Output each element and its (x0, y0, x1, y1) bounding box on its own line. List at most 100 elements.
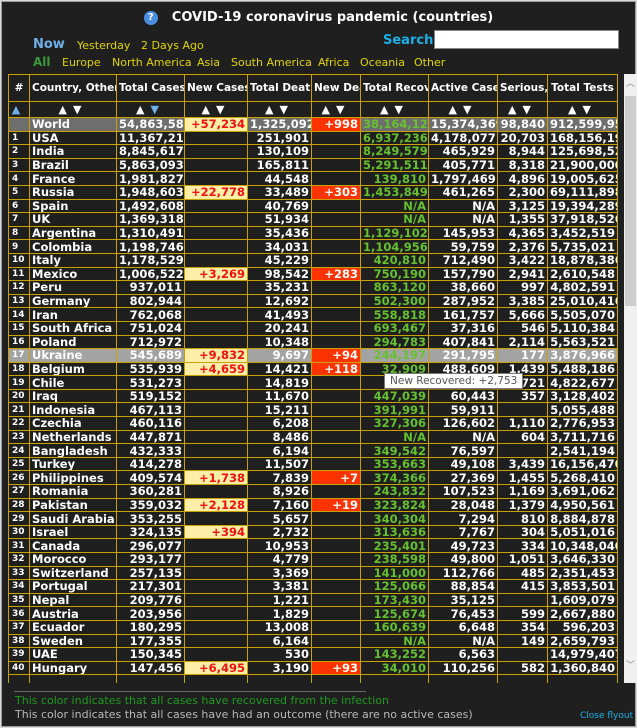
column-header-new-deaths[interactable]: New Deaths (311, 74, 361, 102)
table-row[interactable]: 2 India 8,845,617 130,109 8,249,579 465,929 8,… (8, 144, 618, 159)
region-asia[interactable]: Asia (197, 56, 220, 69)
table-row[interactable]: 3 Brazil 5,863,093 165,811 5,291,511 405,771 8… (8, 157, 618, 173)
scroll-up-icon[interactable]: ︿ (626, 76, 635, 89)
sort-down-icon[interactable]: ▼ (151, 103, 165, 116)
cell-country: Mexico (29, 266, 117, 282)
region-north-america[interactable]: North America (112, 56, 192, 69)
table-row[interactable]: 16 Poland 712,972 10,348 294,783 407,841 2,114… (8, 334, 618, 350)
table-row[interactable]: 25 Turkey 414,278 11,507 353,663 49,108 3,439 1… (8, 456, 618, 472)
sort-down-icon[interactable]: ▼ (280, 103, 294, 116)
column-header-total-recovered[interactable]: Total Recovered (360, 74, 429, 102)
table-row[interactable]: 14 Iran 762,068 41,493 558,818 161,757 5,666 5,… (8, 307, 618, 322)
sort-up-icon[interactable]: ▲ (59, 103, 73, 116)
table-row[interactable] (8, 674, 618, 683)
sort-up-icon[interactable]: ▲ (449, 103, 463, 116)
sort-down-icon[interactable]: ▼ (523, 103, 537, 116)
table-row[interactable]: 10 Italy 1,178,529 45,229 420,810 712,490 3,42… (8, 252, 618, 268)
column-header-total-cases[interactable]: Total Cases (116, 74, 185, 102)
table-row[interactable]: 26 Philippines 409,574 +1,738 7,839 +7 374,366… (8, 470, 618, 486)
tab-now[interactable]: Now (33, 37, 65, 52)
cell-total-recovered: N/A (360, 429, 429, 445)
table-row[interactable]: 27 Romania 360,281 8,926 243,832 107,523 1,169… (8, 484, 618, 499)
world-row[interactable]: World 54,863,588 +57,234 1,325,092 +998 38,16… (8, 117, 618, 132)
table-row[interactable]: 5 Russia 1,948,603 +22,778 33,489 +303 1,453,8… (8, 184, 618, 200)
sort-up-icon[interactable]: ▲ (12, 103, 26, 116)
table-row[interactable]: 15 South Africa 751,024 20,241 693,467 37,316… (8, 320, 618, 336)
cell-active-cases: 76,453 (428, 606, 498, 621)
scrollbar-thumb[interactable] (625, 96, 636, 306)
region-other[interactable]: Other (414, 56, 445, 69)
sort-down-icon[interactable]: ▼ (336, 103, 350, 116)
table-row[interactable]: 39 UAE 150,345 530 143,252 6,563 14,979,407 (8, 647, 618, 662)
region-africa[interactable]: Africa (318, 56, 349, 69)
table-row[interactable]: 40 Hungary 147,456 +6,495 3,190 +93 34,010 110,… (8, 660, 618, 676)
table-row[interactable]: 7 UK 1,369,318 51,934 N/A N/A 1,355 37,918,526 (8, 212, 618, 227)
table-row[interactable]: 19 Chile 531,273 14,819 721 4,822,677 (8, 375, 618, 390)
table-row[interactable]: 28 Pakistan 359,032 +2,128 7,160 +19 323,824 28… (8, 497, 618, 513)
cell-active-cases: 291,795 (428, 348, 498, 363)
sort-up-icon[interactable]: ▲ (136, 103, 150, 116)
table-row[interactable]: 38 Sweden 177,355 6,164 N/A N/A 149 2,659,793 (8, 633, 618, 649)
table-row[interactable]: 33 Switzerland 257,135 3,369 141,000 112,766 4… (8, 565, 618, 581)
sort-up-icon[interactable]: ▲ (322, 103, 336, 116)
table-row[interactable]: 31 Canada 296,077 10,953 235,401 49,723 334 10,… (8, 538, 618, 553)
table-row[interactable]: 17 Ukraine 545,689 +9,832 9,697 +94 244,197 291… (8, 348, 618, 363)
sort-up-icon[interactable]: ▲ (202, 103, 216, 116)
region-south-america[interactable]: South America (231, 56, 312, 69)
scrollbar[interactable]: ︿ ﹀ (624, 74, 637, 683)
cell-total-deaths: 14,421 (247, 361, 312, 377)
sort-down-icon[interactable]: ▼ (583, 103, 597, 116)
sort-down-icon[interactable]: ▼ (463, 103, 477, 116)
sort-up-icon[interactable]: ▲ (265, 103, 279, 116)
table-row[interactable]: 21 Indonesia 467,113 15,211 391,991 59,911 5,0… (8, 402, 618, 418)
table-row[interactable]: 18 Belgium 535,939 +4,659 14,421 +118 32,909 48… (8, 361, 618, 377)
cell-new-deaths (311, 606, 361, 621)
table-row[interactable]: 23 Netherlands 447,871 8,486 N/A N/A 604 3,711,… (8, 429, 618, 445)
table-row[interactable]: 24 Bangladesh 432,333 6,194 349,542 76,597 2,5… (8, 443, 618, 458)
table-row[interactable]: 34 Portugal 217,301 3,381 125,066 88,854 415 3,… (8, 579, 618, 594)
column-header-serious-critical[interactable]: Serious, Critical (497, 74, 548, 102)
table-row[interactable]: 22 Czechia 460,116 6,208 327,306 126,602 1,110… (8, 416, 618, 431)
tab-yesterday[interactable]: Yesterday (77, 39, 130, 52)
cell-active-cases: 6,563 (428, 647, 498, 662)
sort-up-icon[interactable]: ▲ (568, 103, 582, 116)
table-row[interactable]: 12 Peru 937,011 35,231 863,120 38,660 997 4,802… (8, 280, 618, 295)
sort-down-icon[interactable]: ▼ (216, 103, 230, 116)
cell-index: 8 (8, 225, 30, 241)
table-row[interactable]: 4 France 1,981,827 44,548 139,810 1,797,469 4,… (8, 171, 618, 186)
column-header-new-cases[interactable]: New Cases (184, 74, 248, 102)
search-input[interactable] (434, 30, 619, 49)
table-row[interactable]: 32 Morocco 293,177 4,779 238,598 49,800 1,051 3… (8, 552, 618, 567)
cell-new-deaths: +19 (311, 497, 361, 513)
column-header-active-cases[interactable]: Active Cases (428, 74, 498, 102)
region-europe[interactable]: Europe (62, 56, 101, 69)
sort-down-icon[interactable]: ▼ (73, 103, 87, 116)
table-row[interactable]: 6 Spain 1,492,608 40,769 N/A N/A 3,125 19,394,2… (8, 198, 618, 214)
table-row[interactable]: 37 Ecuador 180,295 13,008 160,639 6,648 354 596… (8, 619, 618, 635)
table-row[interactable]: 1 USA 11,367,214 251,901 6,937,236 4,178,077 2… (8, 130, 618, 146)
column-header-index[interactable]: # (8, 74, 30, 102)
cell-total-deaths: 40,769 (247, 198, 312, 214)
table-row[interactable]: 35 Nepal 209,776 1,221 173,430 35,125 1,609,07… (8, 592, 618, 608)
close-flyout-link[interactable]: Close flyout (580, 711, 633, 721)
column-header-total-tests[interactable]: Total Tests (547, 74, 618, 102)
help-icon[interactable]: ? (143, 11, 158, 25)
sort-down-icon[interactable]: ▼ (395, 103, 409, 116)
sort-up-icon[interactable]: ▲ (380, 103, 394, 116)
column-header-total-deaths[interactable]: Total Deaths (247, 74, 312, 102)
table-row[interactable]: 36 Austria 203,956 1,829 125,674 76,453 599 2,6… (8, 606, 618, 621)
cell-index: 23 (8, 429, 30, 445)
region-oceania[interactable]: Oceania (360, 56, 405, 69)
table-row[interactable]: 13 Germany 802,944 12,692 502,300 287,952 3,38… (8, 293, 618, 309)
column-header-country[interactable]: Country, Other (29, 74, 117, 102)
table-row[interactable]: 20 Iraq 519,152 11,670 447,039 60,443 357 3,128… (8, 388, 618, 404)
tab-2-days-ago[interactable]: 2 Days Ago (141, 39, 204, 52)
region-all[interactable]: All (33, 55, 51, 69)
table-row[interactable]: 30 Israel 324,135 +394 2,732 313,636 7,767 304 5… (8, 524, 618, 540)
sort-up-icon[interactable]: ▲ (508, 103, 522, 116)
table-row[interactable]: 11 Mexico 1,006,522 +3,269 98,542 +283 750,190… (8, 266, 618, 282)
table-row[interactable]: 8 Argentina 1,310,491 35,436 1,129,102 145,95… (8, 225, 618, 241)
scroll-down-icon[interactable]: ﹀ (626, 658, 635, 671)
table-row[interactable]: 9 Colombia 1,198,746 34,031 1,104,956 59,759 2… (8, 239, 618, 254)
table-row[interactable]: 29 Saudi Arabia 353,255 5,657 340,304 7,294 81… (8, 511, 618, 526)
